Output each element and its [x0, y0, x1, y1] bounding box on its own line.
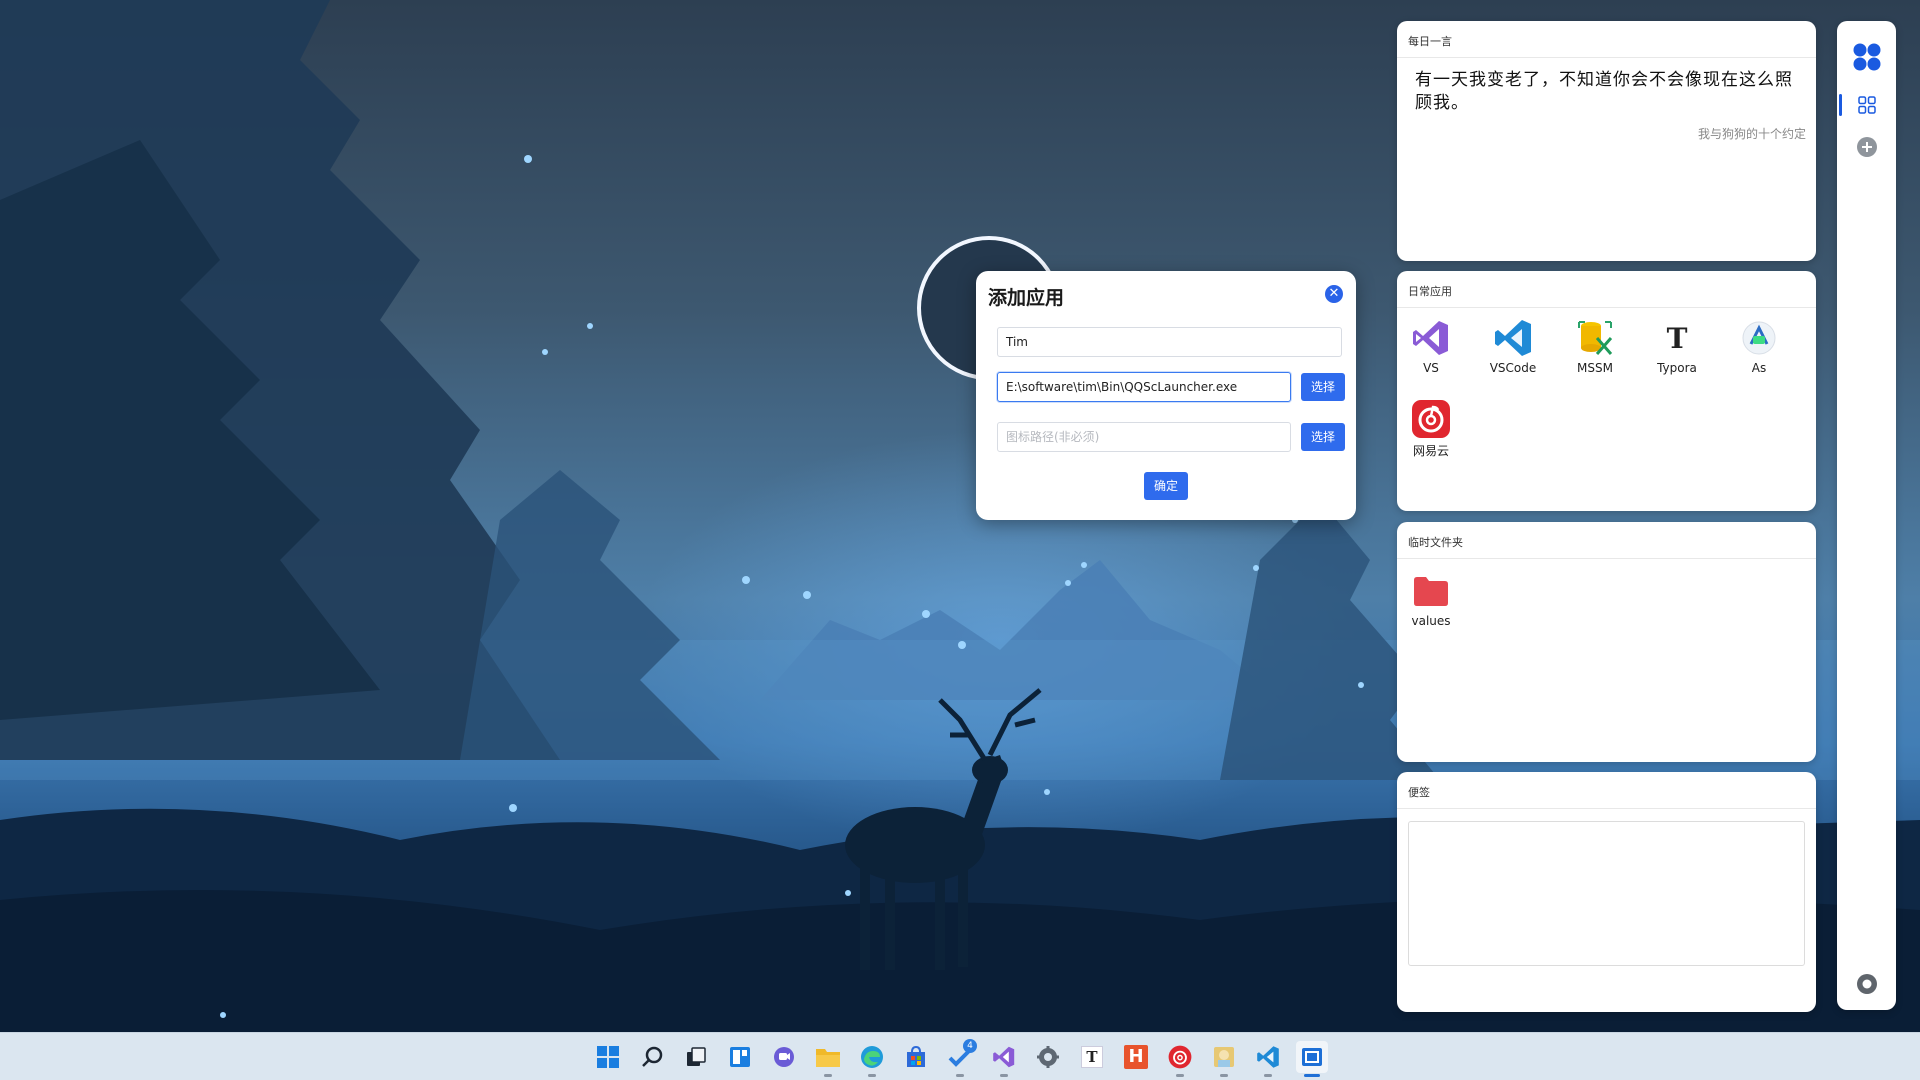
- app-label: As: [1751, 361, 1767, 375]
- app-name-input[interactable]: Tim: [997, 327, 1342, 357]
- app-label: values: [1411, 614, 1451, 628]
- icon-path-input[interactable]: 图标路径(非必须): [997, 422, 1291, 452]
- select-icon-button[interactable]: 选择: [1301, 423, 1345, 451]
- notification-badge: 4: [963, 1039, 977, 1053]
- app-tile-as[interactable]: As: [1718, 318, 1800, 375]
- typora-taskbar-icon[interactable]: T: [1076, 1041, 1108, 1073]
- netease-music-icon: [1411, 399, 1451, 439]
- widget-header: 便签: [1397, 772, 1816, 809]
- widget-header: 日常应用: [1397, 271, 1816, 308]
- quote-text: 有一天我变老了，不知道你会不会像现在这么照顾我。: [1415, 70, 1793, 113]
- app-label: VS: [1423, 361, 1439, 375]
- active-indicator: [1839, 94, 1842, 116]
- visual-studio-taskbar-icon[interactable]: [988, 1041, 1020, 1077]
- app-tile-vs[interactable]: VS: [1397, 318, 1472, 375]
- settings-icon[interactable]: [1856, 973, 1878, 995]
- confirm-button[interactable]: 确定: [1144, 472, 1188, 500]
- mssm-icon: [1575, 318, 1615, 358]
- grid-view-icon[interactable]: [1858, 96, 1876, 114]
- store-icon[interactable]: [900, 1041, 932, 1073]
- widget-header: 每日一言: [1397, 21, 1816, 58]
- desktop-app-icon[interactable]: [1296, 1041, 1328, 1077]
- temp-folder-widget: 临时文件夹 values: [1397, 522, 1816, 762]
- app-tile-mssm[interactable]: MSSM: [1554, 318, 1636, 375]
- app-tile-vscode[interactable]: VSCode: [1472, 318, 1554, 375]
- chat-icon[interactable]: [768, 1041, 800, 1073]
- netease-taskbar-icon[interactable]: [1164, 1041, 1196, 1077]
- close-icon[interactable]: ✕: [1325, 285, 1343, 303]
- folder-tile-values[interactable]: values: [1397, 571, 1472, 628]
- widget-header: 临时文件夹: [1397, 522, 1816, 559]
- app-label: VSCode: [1489, 361, 1537, 375]
- widgets-icon[interactable]: [724, 1041, 756, 1073]
- app-path-input[interactable]: E:\software\tim\Bin\QQScLauncher.exe: [997, 372, 1291, 402]
- select-path-button[interactable]: 选择: [1301, 373, 1345, 401]
- settings-gear-icon[interactable]: [1032, 1041, 1064, 1073]
- app-tile-netease[interactable]: 网易云: [1397, 399, 1472, 459]
- image-viewer-icon[interactable]: [1208, 1041, 1240, 1077]
- app-label: Typora: [1657, 361, 1697, 375]
- hbuilder-icon[interactable]: H: [1120, 1041, 1152, 1073]
- task-view-icon[interactable]: [680, 1041, 712, 1073]
- add-icon[interactable]: [1856, 136, 1878, 158]
- search-icon[interactable]: [636, 1041, 668, 1073]
- folder-icon: [1411, 571, 1451, 611]
- daily-apps-widget: 日常应用 VS VSCode MSSM T Typora As 网易云: [1397, 271, 1816, 511]
- notes-widget: 便签: [1397, 772, 1816, 1012]
- typora-icon: T: [1666, 321, 1688, 355]
- edge-icon[interactable]: [856, 1041, 888, 1077]
- vscode-icon: [1493, 318, 1533, 358]
- quote-source: 我与狗狗的十个约定: [1697, 127, 1806, 141]
- file-explorer-icon[interactable]: [812, 1041, 844, 1077]
- app-label: MSSM: [1577, 361, 1613, 375]
- note-textarea[interactable]: [1408, 821, 1805, 966]
- dialog-title: 添加应用: [988, 287, 1065, 309]
- app-label: 网易云: [1412, 444, 1449, 458]
- android-studio-icon: [1739, 318, 1779, 358]
- taskbar: 4 T H: [0, 1032, 1920, 1080]
- start-icon[interactable]: [592, 1041, 624, 1073]
- daily-quote-widget: 每日一言 有一天我变老了，不知道你会不会像现在这么照顾我。 我与狗狗的十个约定: [1397, 21, 1816, 261]
- visual-studio-icon: [1411, 318, 1451, 358]
- vscode-taskbar-icon[interactable]: [1252, 1041, 1284, 1077]
- add-app-dialog: 添加应用 ✕ Tim E:\software\tim\Bin\QQScLaunc…: [976, 271, 1356, 520]
- app-logo-icon[interactable]: [1852, 42, 1882, 72]
- todo-icon[interactable]: 4: [944, 1039, 977, 1077]
- app-tile-typora[interactable]: T Typora: [1636, 318, 1718, 376]
- side-rail: [1837, 21, 1896, 1010]
